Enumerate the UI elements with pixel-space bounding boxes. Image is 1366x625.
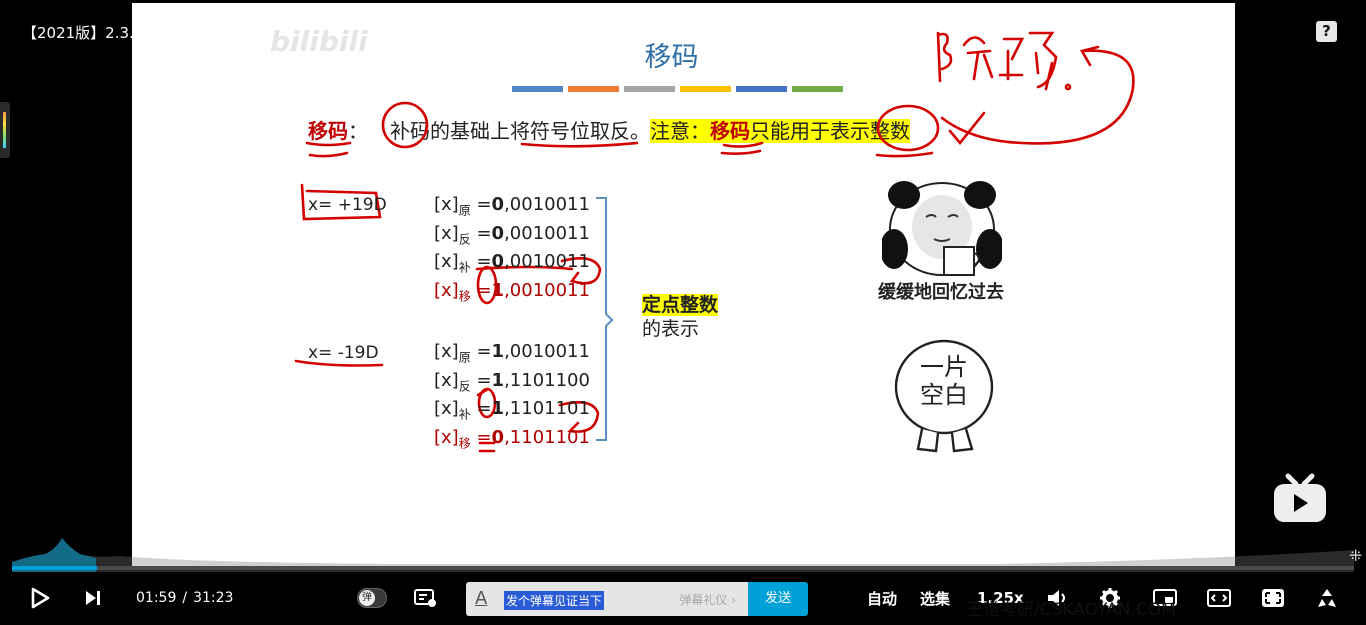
bracket-note-highlight: 定点整数	[642, 294, 719, 316]
quality-button[interactable]: 自动	[867, 574, 897, 622]
code-sign-bit: 0	[491, 251, 505, 272]
play-icon	[31, 587, 50, 609]
next-episode-button[interactable]	[84, 574, 102, 622]
code-value: ,0010011	[504, 341, 590, 362]
code-row: [x]移 =1,0010011	[434, 279, 590, 304]
code-sign-bit: 1	[491, 369, 505, 391]
web-fullscreen-button[interactable]	[1261, 574, 1285, 622]
panda-meme-image	[882, 181, 1002, 276]
cskaoyan-watermark: 王道考研/CSKAOYAN.COM	[966, 600, 1176, 620]
video-title: 【2021版】2.3.2_IEEE 754	[22, 24, 218, 42]
danmaku-etiquette-link[interactable]: 弹幕礼仪 ›	[679, 591, 736, 608]
danmaku-toggle-label: 弹	[359, 590, 375, 606]
code-subscript: 反	[458, 232, 471, 247]
code-subscript: 移	[458, 289, 471, 304]
x-negative-label: x= -19D	[308, 343, 379, 363]
x-positive-label: x= +19D	[308, 195, 387, 215]
danmaku-input-text: 发个弹幕见证当下	[504, 591, 605, 610]
code-value: ,1101101	[504, 426, 590, 448]
episodes-button[interactable]: 选集	[920, 574, 950, 622]
danmaku-settings-button[interactable]	[414, 574, 438, 622]
code-value: ,0010011	[504, 194, 590, 215]
danmaku-input[interactable]: A 发个弹幕见证当下 弹幕礼仪 ›	[466, 582, 748, 616]
danmaku-toggle[interactable]: 弹	[357, 588, 387, 608]
widescreen-button[interactable]	[1207, 574, 1231, 622]
code-value: ,1101101	[504, 398, 590, 419]
code-sign-bit: 1	[491, 341, 505, 362]
play-button[interactable]	[30, 574, 50, 622]
code-sign-bit: 0	[491, 222, 505, 244]
code-subscript: 补	[458, 407, 471, 422]
code-sign-bit: 0	[491, 194, 505, 215]
bracket-shape	[596, 197, 614, 441]
code-sign-bit: 1	[491, 279, 505, 301]
code-row: [x]移 =0,1101101	[434, 426, 590, 451]
danmaku-settings-icon	[414, 589, 436, 607]
code-sign-bit: 1	[491, 398, 505, 419]
send-danmaku-button[interactable]: 发送	[748, 582, 808, 616]
web-fullscreen-icon	[1262, 589, 1284, 607]
blank-meme-text-2: 空白	[920, 381, 968, 409]
bracket-note-rest: 的表示	[642, 318, 700, 340]
panda-meme-caption: 缓缓地回忆过去	[878, 282, 1004, 303]
handwriting-annotations	[294, 31, 1135, 453]
blank-meme-image: 一片 空白	[894, 339, 994, 453]
help-button[interactable]: ?	[1316, 21, 1337, 42]
video-frame[interactable]: bilibili 移码 移码： 补码的基础上将符号位取反。注意：移码只能用于表示整…	[132, 3, 1235, 569]
duration: 31:23	[193, 590, 234, 606]
code-subscript: 移	[458, 436, 471, 451]
code-value: ,0010011	[504, 222, 590, 244]
code-value: ,1101100	[504, 369, 590, 391]
current-time: 01:59	[136, 590, 177, 606]
fullscreen-icon	[1318, 589, 1336, 607]
code-subscript: 补	[458, 260, 471, 275]
code-subscript: 原	[458, 203, 471, 218]
progress-bar-fill	[12, 566, 97, 570]
code-sign-bit: 0	[491, 426, 505, 448]
widescreen-icon	[1207, 589, 1231, 607]
blank-meme-text-1: 一片	[920, 353, 968, 381]
next-icon	[86, 591, 100, 605]
progress-bar[interactable]	[12, 566, 1354, 570]
time-display: 01:59 / 31:23	[136, 574, 233, 622]
code-value: ,0010011	[504, 279, 590, 301]
bracket-note: 定点整数 的表示	[642, 293, 719, 341]
bilibili-tv-icon[interactable]	[1272, 472, 1328, 524]
end-marker-icon: ⁜	[1349, 546, 1363, 565]
danmaku-style-icon[interactable]: A	[475, 588, 487, 609]
time-separator: /	[182, 590, 188, 606]
code-value: ,0010011	[504, 251, 590, 272]
player-control-bar: 01:59 / 31:23 弹 A 发个弹幕见证当下 弹幕礼仪 › 发送 自动 选集…	[0, 574, 1366, 625]
side-panel-handle[interactable]	[0, 102, 10, 158]
code-subscript: 反	[458, 379, 471, 394]
fullscreen-button[interactable]	[1315, 574, 1339, 622]
code-subscript: 原	[458, 350, 471, 365]
